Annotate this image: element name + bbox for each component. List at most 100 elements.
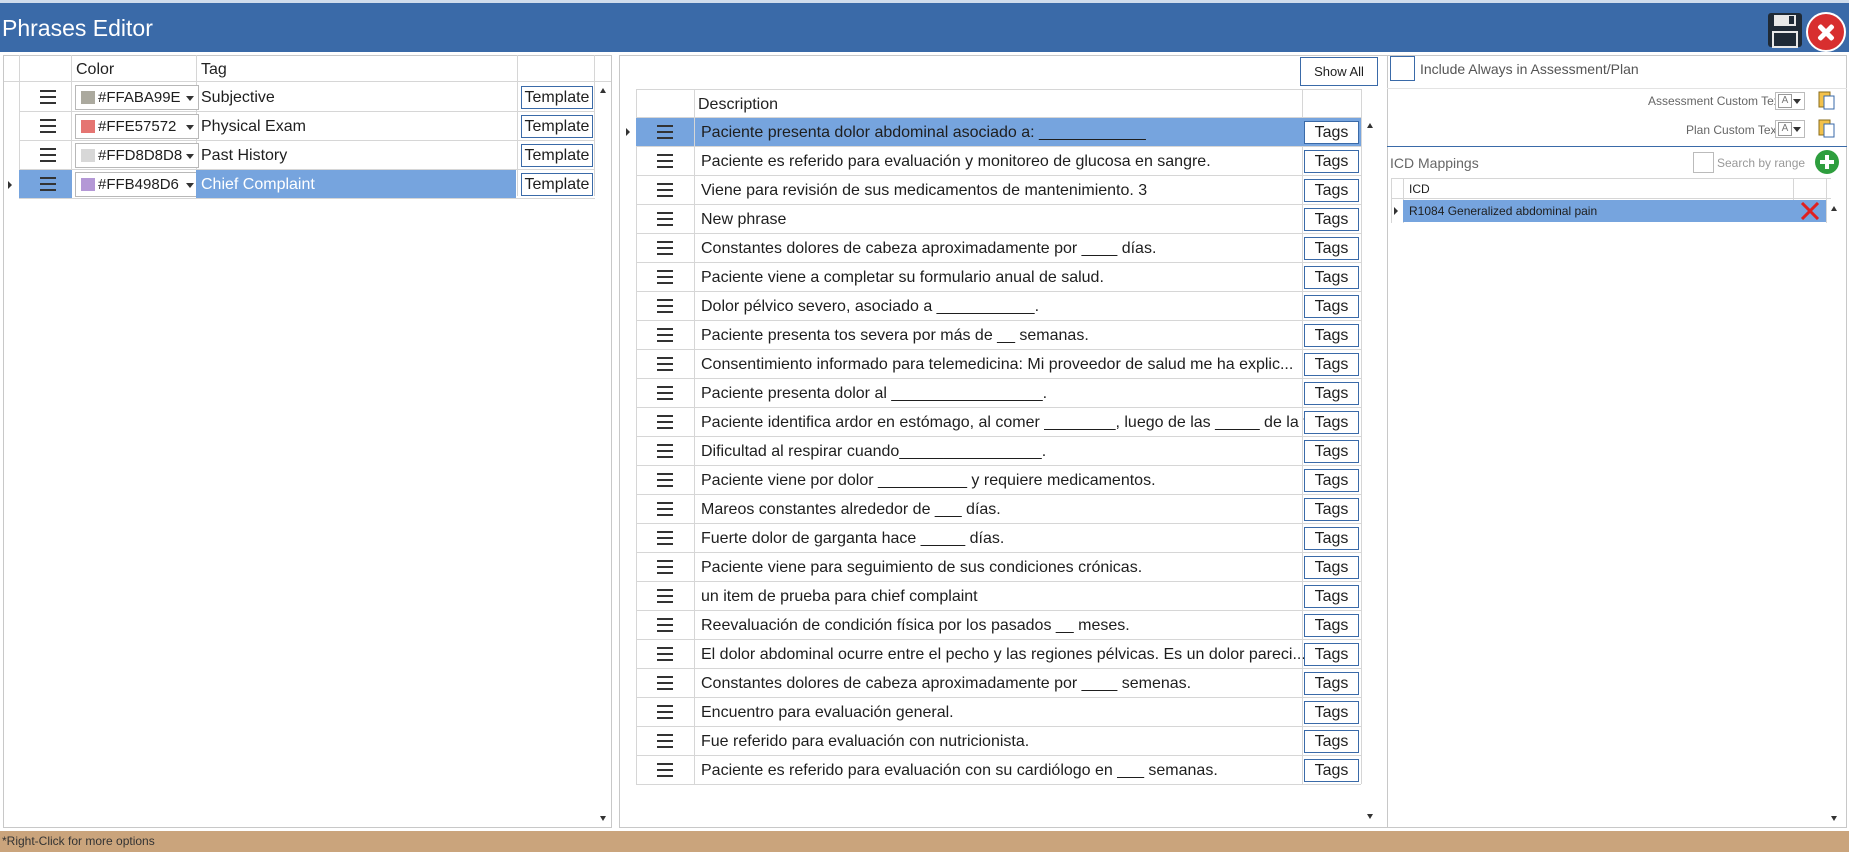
- save-icon[interactable]: [1767, 11, 1803, 49]
- drag-handle[interactable]: [636, 176, 694, 204]
- search-by-range-checkbox[interactable]: [1693, 152, 1714, 173]
- tag-name[interactable]: Past History: [196, 141, 516, 169]
- tags-button[interactable]: Tags: [1304, 150, 1359, 173]
- phrase-row[interactable]: Constantes dolores de cabeza aproximadam…: [636, 669, 1361, 698]
- tags-button[interactable]: Tags: [1304, 237, 1359, 260]
- icd-column-header[interactable]: ICD: [1409, 182, 1430, 196]
- tags-button[interactable]: Tags: [1304, 208, 1359, 231]
- phrase-description[interactable]: Paciente es referido para evaluación con…: [695, 756, 1361, 784]
- drag-handle[interactable]: [636, 466, 694, 494]
- phrases-scroll-up-icon[interactable]: [1367, 123, 1373, 128]
- phrase-description[interactable]: Paciente viene a completar su formulario…: [695, 263, 1361, 291]
- color-column-header[interactable]: Color: [76, 61, 114, 79]
- show-all-button[interactable]: Show All: [1300, 57, 1378, 86]
- phrase-description[interactable]: New phrase: [695, 205, 1361, 233]
- tags-button[interactable]: Tags: [1304, 440, 1359, 463]
- phrase-description[interactable]: Paciente presenta tos severa por más de …: [695, 321, 1361, 349]
- drag-handle[interactable]: [636, 234, 694, 262]
- template-button[interactable]: Template: [521, 144, 593, 167]
- close-icon[interactable]: [1806, 12, 1846, 52]
- phrase-description[interactable]: Constantes dolores de cabeza aproximadam…: [695, 234, 1361, 262]
- delete-icd-icon[interactable]: [1800, 201, 1820, 221]
- drag-handle[interactable]: [636, 379, 694, 407]
- phrase-row[interactable]: Dificultad al respirar cuando___________…: [636, 437, 1361, 466]
- phrase-row[interactable]: Paciente viene a completar su formulario…: [636, 263, 1361, 292]
- tag-row[interactable]: #FFABA99E Subjective Template: [4, 83, 594, 112]
- phrase-row[interactable]: Consentimiento informado para telemedici…: [636, 350, 1361, 379]
- drag-handle[interactable]: [636, 553, 694, 581]
- phrase-row[interactable]: Paciente viene para seguimiento de sus c…: [636, 553, 1361, 582]
- phrase-row[interactable]: Paciente viene por dolor __________ y re…: [636, 466, 1361, 495]
- tags-button[interactable]: Tags: [1304, 382, 1359, 405]
- drag-handle[interactable]: [19, 170, 72, 198]
- icd-scroll-up-icon[interactable]: [1831, 206, 1837, 211]
- phrase-row[interactable]: Constantes dolores de cabeza aproximadam…: [636, 234, 1361, 263]
- tags-button[interactable]: Tags: [1304, 759, 1359, 782]
- drag-handle[interactable]: [19, 112, 72, 140]
- tags-button[interactable]: Tags: [1304, 585, 1359, 608]
- tags-button[interactable]: Tags: [1304, 295, 1359, 318]
- drag-handle[interactable]: [636, 437, 694, 465]
- phrase-description[interactable]: Encuentro para evaluación general.: [695, 698, 1361, 726]
- tags-button[interactable]: Tags: [1304, 324, 1359, 347]
- template-button[interactable]: Template: [521, 86, 593, 109]
- drag-handle[interactable]: [636, 147, 694, 175]
- drag-handle[interactable]: [19, 83, 72, 111]
- drag-handle[interactable]: [636, 524, 694, 552]
- phrase-row[interactable]: New phrase: [636, 205, 1361, 234]
- tags-button[interactable]: Tags: [1304, 179, 1359, 202]
- phrase-description[interactable]: Paciente es referido para evaluación y m…: [695, 147, 1361, 175]
- tags-scroll-down-icon[interactable]: [600, 816, 606, 821]
- tags-button[interactable]: Tags: [1304, 121, 1359, 144]
- tags-button[interactable]: Tags: [1304, 614, 1359, 637]
- phrase-description[interactable]: Consentimiento informado para telemedici…: [695, 350, 1361, 378]
- tags-button[interactable]: Tags: [1304, 672, 1359, 695]
- tag-name[interactable]: Physical Exam: [196, 112, 516, 140]
- phrase-description[interactable]: Mareos constantes alrededor de ___ días.: [695, 495, 1361, 523]
- tags-scroll-up-icon[interactable]: [600, 88, 606, 93]
- phrases-scroll-down-icon[interactable]: [1367, 814, 1373, 819]
- include-always-checkbox[interactable]: [1390, 56, 1415, 81]
- tags-button[interactable]: Tags: [1304, 353, 1359, 376]
- color-dropdown[interactable]: #FFABA99E: [75, 85, 199, 110]
- drag-handle[interactable]: [636, 698, 694, 726]
- phrase-row[interactable]: Mareos constantes alrededor de ___ días.: [636, 495, 1361, 524]
- drag-handle[interactable]: [636, 669, 694, 697]
- drag-handle[interactable]: [636, 292, 694, 320]
- phrase-description[interactable]: Viene para revisión de sus medicamentos …: [695, 176, 1361, 204]
- drag-handle[interactable]: [636, 611, 694, 639]
- tags-button[interactable]: Tags: [1304, 469, 1359, 492]
- drag-handle[interactable]: [636, 118, 694, 146]
- color-dropdown[interactable]: #FFE57572: [75, 114, 199, 139]
- drag-handle[interactable]: [636, 205, 694, 233]
- drag-handle[interactable]: [19, 141, 72, 169]
- assessment-text-dropdown[interactable]: A: [1775, 92, 1805, 110]
- color-dropdown[interactable]: #FFB498D6: [75, 172, 199, 197]
- tag-row[interactable]: #FFD8D8D8 Past History Template: [4, 141, 594, 170]
- drag-handle[interactable]: [636, 263, 694, 291]
- tags-button[interactable]: Tags: [1304, 266, 1359, 289]
- tags-button[interactable]: Tags: [1304, 527, 1359, 550]
- phrase-description[interactable]: Dificultad al respirar cuando___________…: [695, 437, 1361, 465]
- drag-handle[interactable]: [636, 321, 694, 349]
- phrase-description[interactable]: Paciente viene por dolor __________ y re…: [695, 466, 1361, 494]
- phrase-row[interactable]: El dolor abdominal ocurre entre el pecho…: [636, 640, 1361, 669]
- drag-handle[interactable]: [636, 640, 694, 668]
- paste-icon[interactable]: [1818, 90, 1836, 110]
- phrase-description[interactable]: Paciente presenta dolor al _____________…: [695, 379, 1361, 407]
- phrase-row[interactable]: Paciente es referido para evaluación con…: [636, 756, 1361, 785]
- tag-column-header[interactable]: Tag: [201, 61, 227, 79]
- phrase-description[interactable]: Paciente presenta dolor abdominal asocia…: [695, 118, 1361, 146]
- phrase-row[interactable]: Encuentro para evaluación general.: [636, 698, 1361, 727]
- phrase-row[interactable]: Paciente presenta dolor abdominal asocia…: [636, 118, 1361, 147]
- phrase-row[interactable]: Paciente presenta dolor al _____________…: [636, 379, 1361, 408]
- description-column-header[interactable]: Description: [698, 96, 778, 114]
- phrase-description[interactable]: Paciente viene para seguimiento de sus c…: [695, 553, 1361, 581]
- tags-button[interactable]: Tags: [1304, 556, 1359, 579]
- add-icd-icon[interactable]: [1815, 150, 1839, 174]
- phrase-description[interactable]: Constantes dolores de cabeza aproximadam…: [695, 669, 1361, 697]
- phrase-row[interactable]: un item de prueba para chief complaint: [636, 582, 1361, 611]
- tags-button[interactable]: Tags: [1304, 411, 1359, 434]
- phrase-row[interactable]: Dolor pélvico severo, asociado a _______…: [636, 292, 1361, 321]
- template-button[interactable]: Template: [521, 115, 593, 138]
